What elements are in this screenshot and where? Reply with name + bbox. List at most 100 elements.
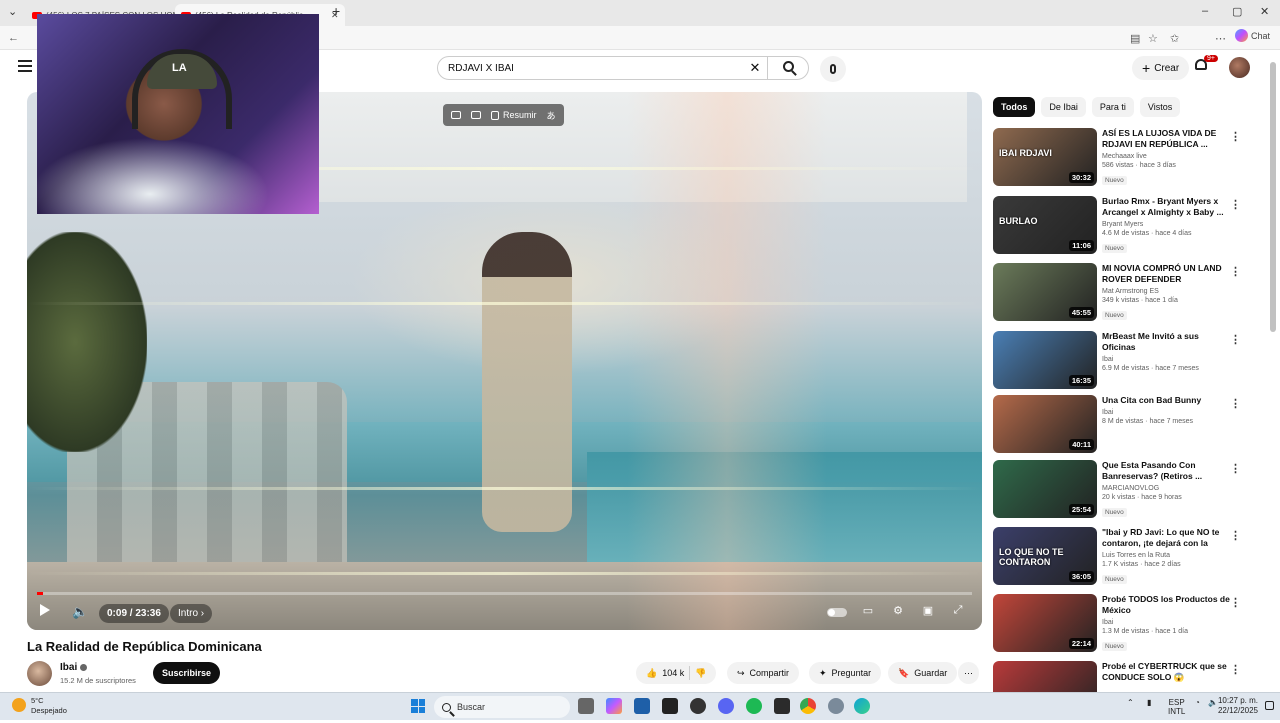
channel-name[interactable]: Ibai bbox=[60, 662, 77, 673]
save-button[interactable]: 🔖 Guardar bbox=[888, 662, 958, 684]
clear-search-icon[interactable]: ✕ bbox=[743, 60, 767, 76]
reader-icon[interactable]: ▤ bbox=[1130, 32, 1140, 45]
system-clock[interactable]: 10:27 p. m. 22/12/2025 bbox=[1218, 696, 1258, 716]
video-title[interactable]: Probé el CYBERTRUCK que se CONDUCE SOLO … bbox=[1102, 661, 1232, 683]
tab-list-icon[interactable]: ⌄ bbox=[8, 5, 17, 18]
theater-mode-icon[interactable]: ▣ bbox=[917, 604, 939, 622]
video-title[interactable]: Que Esta Pasando Con Banreservas? (Retir… bbox=[1102, 460, 1232, 482]
menu-icon[interactable] bbox=[18, 60, 32, 72]
search-box[interactable]: RDJAVI X IBAI ✕ bbox=[437, 56, 809, 80]
more-vert-icon[interactable]: ⋮ bbox=[1230, 462, 1241, 475]
video-title[interactable]: Burlao Rmx - Bryant Myers x Arcangel x A… bbox=[1102, 196, 1232, 218]
autoplay-toggle[interactable] bbox=[827, 608, 847, 617]
sun-moon-weather-icon[interactable] bbox=[12, 698, 26, 712]
back-icon[interactable]: ← bbox=[8, 32, 19, 44]
recommended-video[interactable]: IBAI RDJAVI 30:32 ASÍ ES LA LUJOSA VIDA DE… bbox=[993, 128, 1248, 190]
channel-name[interactable]: Luis Torres en la Ruta bbox=[1102, 552, 1232, 559]
scrollbar[interactable] bbox=[1270, 62, 1276, 332]
chapter-button[interactable]: Intro › bbox=[170, 604, 213, 623]
video-title[interactable]: MrBeast Me Invitó a sus Oficinas bbox=[1102, 331, 1232, 353]
channel-avatar[interactable] bbox=[27, 661, 52, 686]
video-title[interactable]: ASÍ ES LA LUJOSA VIDA DE RDJAVI EN REPÚB… bbox=[1102, 128, 1232, 150]
chip-de-ibai[interactable]: De Ibai bbox=[1041, 97, 1086, 117]
more-actions-button[interactable]: ⋯ bbox=[958, 662, 979, 684]
subtitles-icon[interactable]: ▭ bbox=[857, 604, 879, 622]
video-thumbnail[interactable]: 45:55 bbox=[993, 263, 1097, 321]
discord-icon[interactable] bbox=[718, 698, 734, 714]
chip-para-ti[interactable]: Para ti bbox=[1091, 97, 1134, 117]
new-tab-icon[interactable]: + bbox=[332, 3, 340, 19]
video-thumbnail[interactable]: 40:11 bbox=[993, 395, 1097, 453]
video-title[interactable]: Probé TODOS los Productos de México bbox=[1102, 594, 1232, 616]
spotify-icon[interactable] bbox=[746, 698, 762, 714]
more-icon[interactable]: ⋯ bbox=[1215, 32, 1226, 45]
copilot-app-icon[interactable] bbox=[606, 698, 622, 714]
channel-name[interactable]: MARCIANOVLOG bbox=[1102, 485, 1232, 492]
more-vert-icon[interactable]: ⋮ bbox=[1230, 397, 1241, 410]
video-title[interactable]: Una Cita con Bad Bunny bbox=[1102, 395, 1232, 406]
like-button[interactable]: 👍 104 k 👎 bbox=[636, 662, 717, 684]
video-title[interactable]: "Ibai y RD Javi: Lo que NO te contaron, … bbox=[1102, 527, 1232, 549]
copilot-chat-button[interactable]: Chat bbox=[1234, 29, 1270, 42]
thumbs-down-icon[interactable]: 👎 bbox=[695, 668, 706, 679]
windows-start-icon[interactable] bbox=[411, 699, 425, 713]
settings-gear-icon[interactable]: ⚙ bbox=[887, 604, 909, 622]
video-thumbnail[interactable]: 16:35 bbox=[993, 331, 1097, 389]
recommended-video[interactable]: 16:35 MrBeast Me Invitó a sus Oficinas Iba… bbox=[993, 331, 1248, 393]
more-vert-icon[interactable]: ⋮ bbox=[1230, 130, 1241, 143]
chip-todos[interactable]: Todos bbox=[993, 97, 1036, 117]
search-input[interactable]: RDJAVI X IBAI bbox=[448, 63, 743, 74]
recommended-video[interactable]: LO QUE NO TE CONTARON 36:05 "Ibai y RD Jav… bbox=[993, 527, 1248, 589]
channel-name[interactable]: Ibai bbox=[1102, 619, 1232, 626]
progress-bar[interactable] bbox=[37, 592, 972, 595]
tray-app-icon[interactable]: ▮ bbox=[1147, 698, 1151, 707]
channel-name[interactable]: Mechaaax live bbox=[1102, 153, 1232, 160]
ask-button[interactable]: ✦ Preguntar bbox=[809, 662, 882, 684]
terminal-icon[interactable] bbox=[662, 698, 678, 714]
speaker-icon[interactable]: 🔈 bbox=[1208, 698, 1218, 707]
video-title[interactable]: MI NOVIA COMPRÓ UN LAND ROVER DEFENDER D… bbox=[1102, 263, 1232, 285]
translate-icon[interactable]: あ bbox=[547, 109, 556, 122]
video-thumbnail[interactable]: 22:14 bbox=[993, 594, 1097, 652]
video-thumbnail[interactable]: IBAI RDJAVI 30:32 bbox=[993, 128, 1097, 186]
more-vert-icon[interactable]: ⋮ bbox=[1230, 198, 1241, 211]
create-button[interactable]: + Crear bbox=[1132, 56, 1190, 80]
voice-search-button[interactable] bbox=[820, 56, 846, 82]
notification-center-icon[interactable] bbox=[1265, 701, 1274, 710]
fullscreen-icon[interactable]: ⤢ bbox=[947, 604, 969, 622]
taskbar-search[interactable]: Buscar bbox=[434, 696, 570, 718]
volume-button[interactable]: 🔈 bbox=[72, 604, 88, 620]
video-thumbnail[interactable]: 25:54 bbox=[993, 460, 1097, 518]
maximize-icon[interactable]: ▢ bbox=[1232, 5, 1242, 18]
more-vert-icon[interactable]: ⋮ bbox=[1230, 333, 1241, 346]
edge-icon[interactable] bbox=[854, 698, 870, 714]
video-thumbnail[interactable]: BURLAO 11:06 bbox=[993, 196, 1097, 254]
channel-name[interactable]: Bryant Myers bbox=[1102, 221, 1232, 228]
settings-gear-icon[interactable] bbox=[828, 698, 844, 714]
favorite-star-icon[interactable]: ☆ bbox=[1148, 32, 1158, 45]
weather-widget[interactable]: 5°C Despejado bbox=[31, 696, 67, 716]
channel-name[interactable]: Ibai bbox=[1102, 356, 1232, 363]
tray-chevron-icon[interactable]: ⌃ bbox=[1127, 698, 1134, 707]
search-button[interactable] bbox=[768, 59, 808, 77]
language-indicator[interactable]: ESP INTL bbox=[1168, 698, 1185, 716]
chrome-icon[interactable] bbox=[800, 698, 816, 714]
minimize-icon[interactable]: – bbox=[1202, 5, 1208, 17]
recommended-video[interactable]: BURLAO 11:06 Burlao Rmx - Bryant Myers x A… bbox=[993, 196, 1248, 258]
chip-vistos[interactable]: Vistos bbox=[1139, 97, 1181, 117]
recommended-video[interactable]: 45:55 MI NOVIA COMPRÓ UN LAND ROVER DEFEN… bbox=[993, 263, 1248, 325]
window-close-icon[interactable]: ✕ bbox=[1260, 5, 1269, 18]
app-icon[interactable] bbox=[774, 698, 790, 714]
app-icon[interactable] bbox=[634, 698, 650, 714]
video-thumbnail[interactable]: LO QUE NO TE CONTARON 36:05 bbox=[993, 527, 1097, 585]
more-vert-icon[interactable]: ⋮ bbox=[1230, 265, 1241, 278]
subscribe-button[interactable]: Suscribirse bbox=[153, 662, 221, 684]
app-icon[interactable] bbox=[690, 698, 706, 714]
more-vert-icon[interactable]: ⋮ bbox=[1230, 529, 1241, 542]
notifications-button[interactable]: 9+ bbox=[1195, 55, 1218, 73]
channel-name-row[interactable]: Ibai bbox=[60, 662, 88, 673]
theater-icon[interactable] bbox=[471, 111, 481, 119]
recommended-video[interactable]: 22:14 Probé TODOS los Productos de México… bbox=[993, 594, 1248, 656]
task-view-icon[interactable] bbox=[578, 698, 594, 714]
summarize-button[interactable]: Resumir bbox=[491, 110, 537, 120]
